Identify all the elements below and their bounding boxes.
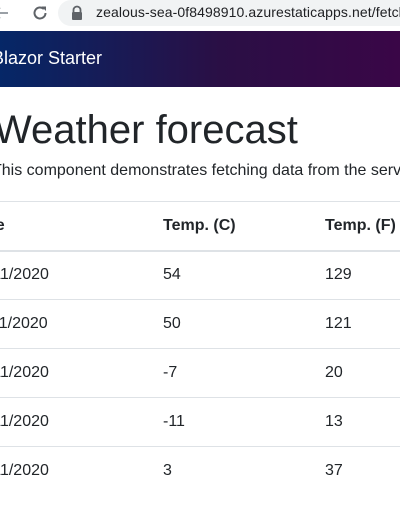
cell-temp-f: 129 — [325, 250, 400, 300]
app-brand-link[interactable]: Blazor Starter — [0, 48, 102, 69]
address-bar[interactable]: zealous-sea-0f8498910.azurestaticapps.ne… — [58, 0, 400, 26]
url-text[interactable]: zealous-sea-0f8498910.azurestaticapps.ne… — [96, 4, 400, 20]
forecast-table-container: Date Temp. (C) Temp. (F) 10/11/2020 54 1… — [0, 201, 400, 496]
reload-icon[interactable] — [29, 2, 51, 24]
cell-date: 11/11/2020 — [0, 299, 163, 349]
cell-date: 12/11/2020 — [0, 348, 163, 398]
cell-temp-c: -7 — [163, 348, 325, 398]
cell-temp-c: 3 — [163, 446, 325, 496]
cell-temp-f: 121 — [325, 299, 400, 349]
cell-temp-f: 37 — [325, 446, 400, 496]
forecast-table: Date Temp. (C) Temp. (F) 10/11/2020 54 1… — [0, 201, 400, 496]
column-header-temp-f: Temp. (F) — [325, 201, 400, 252]
page-viewport: zealous-sea-0f8498910.azurestaticapps.ne… — [0, 0, 400, 508]
column-header-temp-c: Temp. (C) — [163, 201, 325, 252]
cell-temp-f: 20 — [325, 348, 400, 398]
arrow-back-icon[interactable] — [0, 2, 12, 24]
cell-temp-c: 54 — [163, 250, 325, 300]
column-header-date: Date — [0, 201, 163, 252]
cell-temp-c: 50 — [163, 299, 325, 349]
table-row: 13/11/2020 -11 13 — [0, 397, 400, 447]
page-title: Weather forecast — [0, 108, 298, 152]
cell-date: 14/11/2020 — [0, 446, 163, 496]
lock-icon — [70, 5, 84, 21]
table-row: 10/11/2020 54 129 — [0, 250, 400, 300]
page-description: This component demonstrates fetching dat… — [0, 162, 400, 179]
cell-date: 10/11/2020 — [0, 250, 163, 300]
cell-temp-f: 13 — [325, 397, 400, 447]
table-header-row: Date Temp. (C) Temp. (F) — [0, 201, 400, 252]
cell-temp-c: -11 — [163, 397, 325, 447]
table-row: 12/11/2020 -7 20 — [0, 348, 400, 398]
browser-toolbar: zealous-sea-0f8498910.azurestaticapps.ne… — [0, 0, 400, 30]
app-top-bar: Blazor Starter — [0, 31, 400, 87]
table-row: 14/11/2020 3 37 — [0, 446, 400, 496]
cell-date: 13/11/2020 — [0, 397, 163, 447]
table-row: 11/11/2020 50 121 — [0, 299, 400, 349]
